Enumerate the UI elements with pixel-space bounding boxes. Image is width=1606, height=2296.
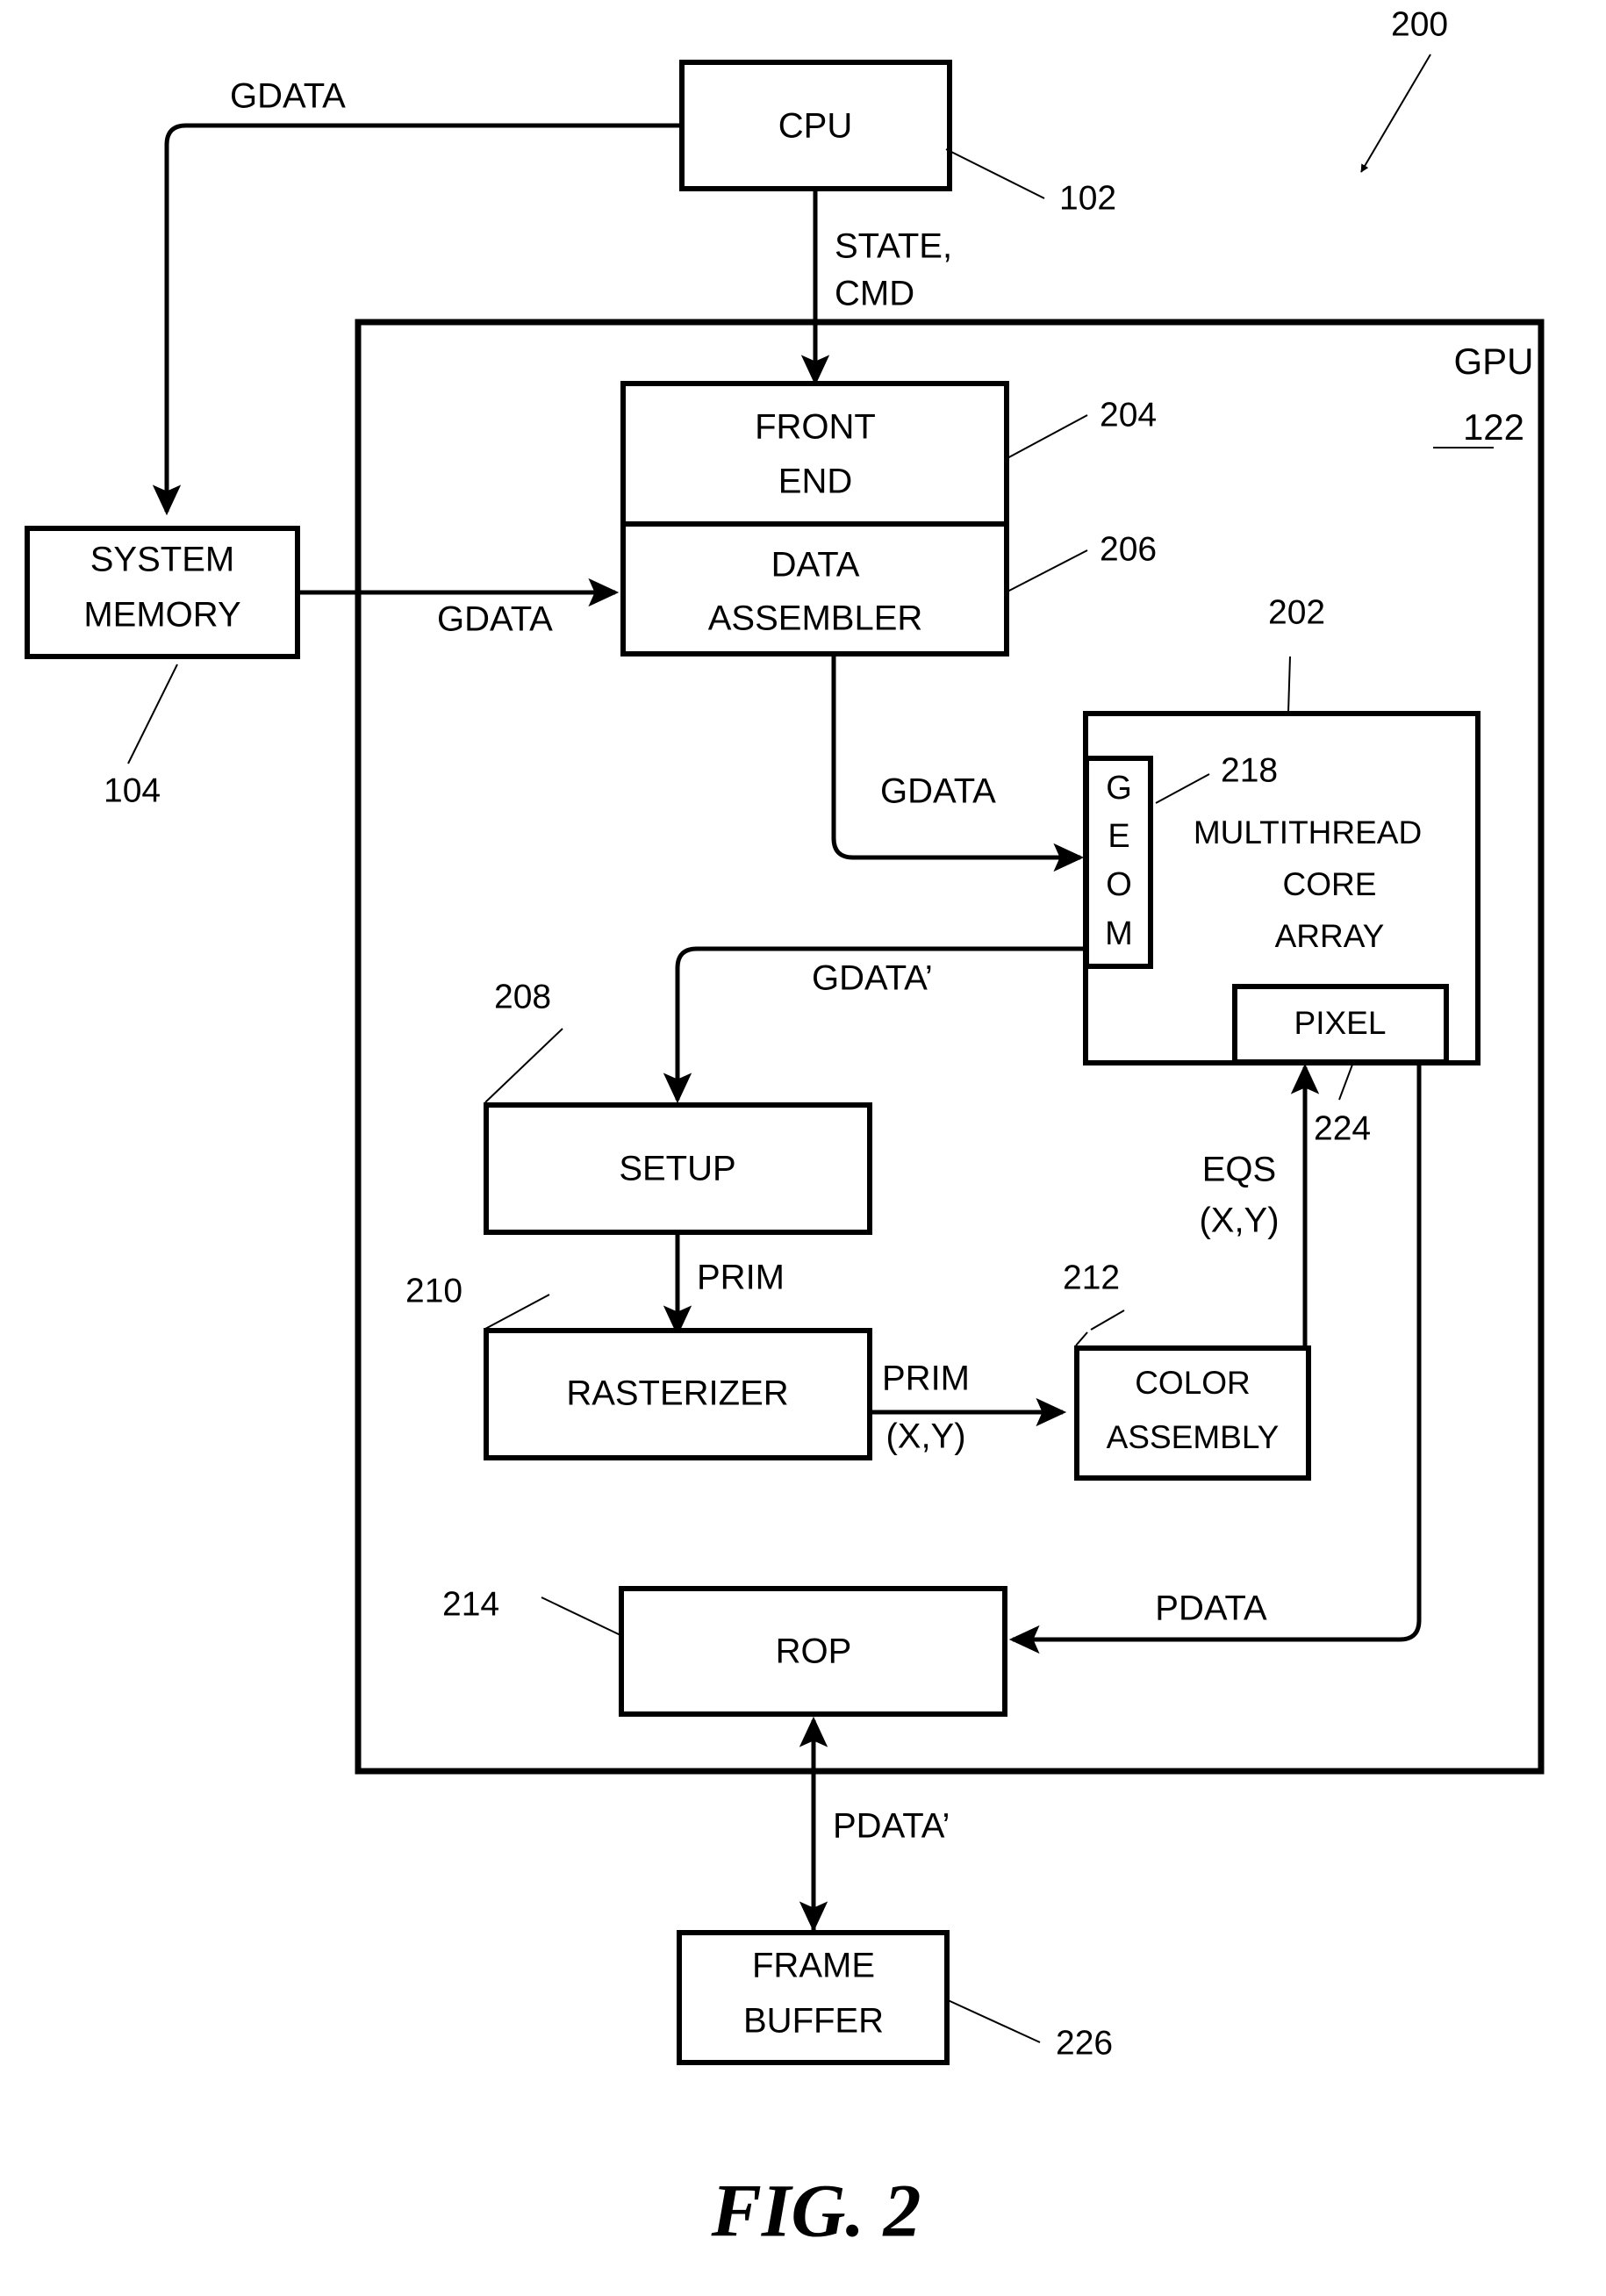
front-end-label-line2: END — [778, 463, 852, 501]
frame-buffer-ref-leader — [945, 1998, 1041, 2043]
label-state-cmd-line1: STATE, — [835, 227, 952, 266]
multithread-core-array-label-line3: ARRAY — [1275, 918, 1385, 954]
gpu-block-diagram: GPU 122 CPU 102 200 GDATA SYSTEM MEMORY … — [25, 5, 1545, 2253]
label-prim-setup-to-rasterizer: PRIM — [697, 1259, 785, 1297]
color-assembly-ref-number: 212 — [1063, 1259, 1120, 1296]
system-memory-label-line1: SYSTEM — [90, 541, 234, 579]
gpu-label: GPU — [1453, 341, 1533, 382]
label-eqs-xy-line2: (X,Y) — [1199, 1202, 1279, 1240]
label-gdata-assembler-to-geom: GDATA — [880, 772, 996, 811]
frame-buffer-label-line1: FRAME — [752, 1947, 875, 1985]
color-assembly-ref-leader — [1090, 1309, 1125, 1331]
label-state-cmd-line2: CMD — [835, 275, 914, 313]
frame-buffer-ref-number: 226 — [1056, 2024, 1113, 2062]
gpu-ref-number: 122 — [1463, 406, 1524, 448]
label-prim-xy-line2: (X,Y) — [885, 1417, 965, 1456]
front-end-label-line1: FRONT — [755, 408, 876, 447]
pixel-label: PIXEL — [1294, 1005, 1387, 1041]
geom-letter-m: M — [1105, 915, 1133, 952]
multithread-core-array-ref-leader — [1287, 656, 1291, 714]
color-assembly-label-line2: ASSEMBLY — [1107, 1419, 1280, 1455]
data-assembler-label-line2: ASSEMBLER — [708, 599, 923, 638]
flow-gdata-cpu-to-memory — [152, 123, 682, 516]
system-memory-ref-number: 104 — [104, 771, 161, 809]
rasterizer-label: RASTERIZER — [566, 1374, 788, 1413]
cpu-ref-leader — [945, 148, 1045, 199]
multithread-core-array-label-line1: MULTITHREAD — [1194, 814, 1422, 850]
multithread-core-array-label-line2: CORE — [1283, 866, 1377, 902]
patent-figure-2: GPU 122 CPU 102 200 GDATA SYSTEM MEMORY … — [0, 0, 1606, 2296]
label-gdata-memory-to-assembler: GDATA — [437, 600, 553, 639]
setup-ref-leader — [484, 1028, 563, 1103]
pixel-ref-leader — [1338, 1064, 1353, 1101]
front-end-ref-leader — [1005, 414, 1088, 460]
frame-buffer-label-line2: BUFFER — [743, 2002, 884, 2041]
geom-letter-o: O — [1106, 866, 1132, 903]
multithread-core-array-ref-number: 202 — [1268, 593, 1325, 631]
cpu-label: CPU — [778, 107, 852, 146]
label-gdata-prime-geom-to-setup: GDATA’ — [812, 959, 933, 998]
rasterizer-ref-leader — [484, 1294, 550, 1330]
data-assembler-ref-leader — [1005, 549, 1088, 593]
cpu-ref-number: 102 — [1059, 179, 1116, 217]
rasterizer-ref-number: 210 — [405, 1272, 462, 1309]
flow-gdata-assembler-to-geom — [831, 654, 1085, 872]
geom-ref-number: 218 — [1221, 751, 1278, 789]
setup-ref-number: 208 — [494, 978, 551, 1015]
rop-ref-leader — [541, 1596, 621, 1636]
system-ref-leader-arrow — [1360, 54, 1431, 173]
label-prim-xy-line1: PRIM — [882, 1360, 970, 1398]
label-gdata-cpu-to-memory: GDATA — [230, 77, 346, 116]
rop-ref-number: 214 — [442, 1585, 499, 1623]
label-eqs-xy-line1: EQS — [1202, 1151, 1276, 1189]
color-assembly-label-line1: COLOR — [1135, 1365, 1251, 1401]
geom-letter-g: G — [1106, 770, 1132, 807]
geom-letter-e: E — [1108, 818, 1129, 855]
system-memory-label-line2: MEMORY — [83, 596, 240, 635]
data-assembler-ref-number: 206 — [1100, 530, 1157, 568]
color-assembly-ref-leader-seg — [1075, 1331, 1088, 1346]
figure-caption: FIG. 2 — [711, 2169, 921, 2253]
front-end-ref-number: 204 — [1100, 396, 1157, 434]
label-pdata-pixel-to-rop: PDATA — [1155, 1589, 1267, 1628]
system-ref-number: 200 — [1391, 5, 1448, 43]
rop-label: ROP — [776, 1632, 852, 1671]
data-assembler-label-line1: DATA — [771, 546, 860, 585]
setup-label: SETUP — [619, 1150, 735, 1188]
label-pdata-prime: PDATA’ — [833, 1807, 950, 1846]
system-memory-ref-leader — [127, 664, 178, 764]
pixel-ref-number: 224 — [1314, 1109, 1371, 1147]
